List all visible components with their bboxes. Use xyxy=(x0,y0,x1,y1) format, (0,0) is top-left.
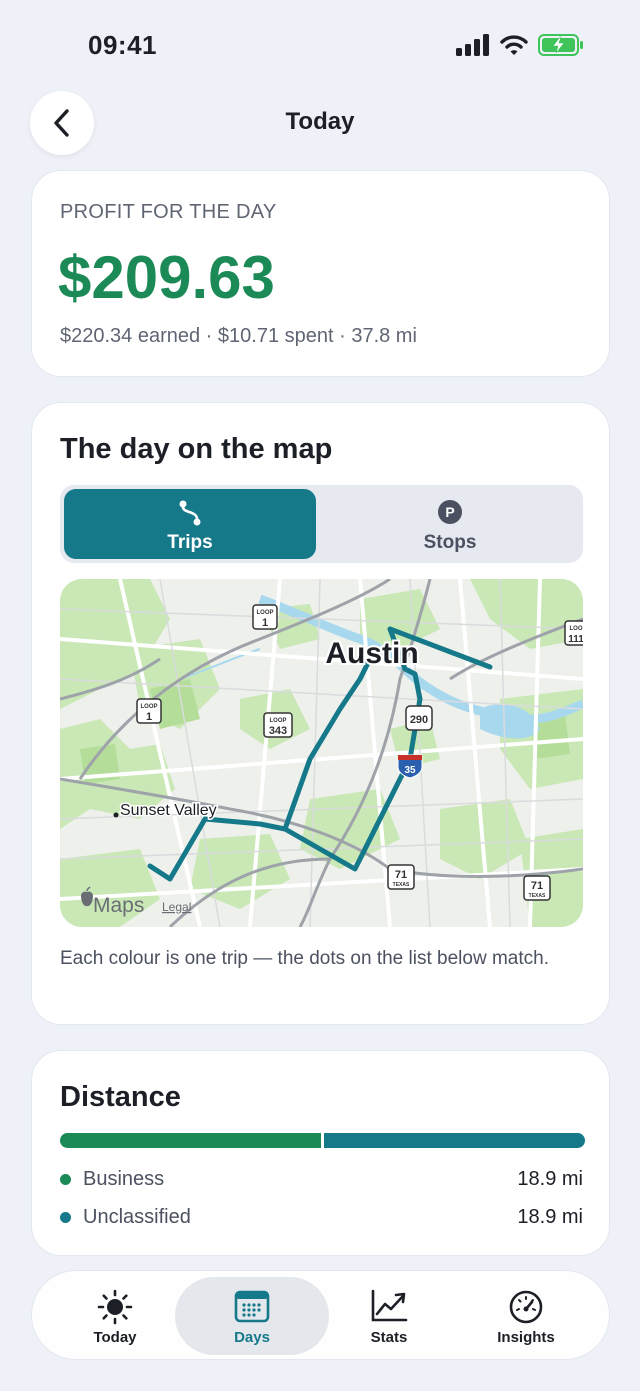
map-place-label: Sunset Valley xyxy=(120,802,217,819)
profit-card: PROFIT FOR THE DAY $209.63 $220.34 earne… xyxy=(31,170,610,377)
tab-stats-label: Stats xyxy=(370,1329,408,1346)
svg-text:LOOP: LOOP xyxy=(140,704,157,710)
battery-charging-icon xyxy=(538,34,583,56)
distance-bar-unclassified xyxy=(324,1133,585,1148)
unclassified-dot xyxy=(60,1212,71,1223)
business-dot xyxy=(60,1174,71,1185)
sunset-valley-marker xyxy=(113,812,119,818)
maps-attribution: Maps xyxy=(93,894,144,917)
road-shield-loop-1-north: LOOP 1 xyxy=(252,604,278,630)
road-shield-290: 290 xyxy=(405,705,433,731)
tab-today[interactable]: Today xyxy=(38,1277,192,1355)
road-shield-loop-1-west: LOOP 1 xyxy=(136,698,162,724)
wifi-icon xyxy=(500,35,528,55)
map-section-title: The day on the map xyxy=(60,433,333,465)
map-legal-link[interactable]: Legal xyxy=(162,900,191,914)
road-shield-71-east: 71 TEXAS xyxy=(523,875,551,901)
svg-text:343: 343 xyxy=(269,725,287,737)
distance-row-unclassified: Unclassified 18.9 mi xyxy=(60,1203,583,1231)
segment-trips[interactable]: Trips xyxy=(64,489,316,559)
profit-label: PROFIT FOR THE DAY xyxy=(60,201,277,223)
svg-text:LOOP: LOOP xyxy=(256,610,273,616)
sun-icon xyxy=(38,1289,192,1325)
distance-card: Distance Business 18.9 mi Unclassified 1… xyxy=(31,1050,610,1256)
cellular-signal-icon xyxy=(456,34,489,56)
tab-insights[interactable]: Insights xyxy=(449,1277,603,1355)
profit-summary: $220.34 earned · $10.71 spent · 37.8 mi xyxy=(60,325,417,347)
tab-days[interactable]: Days xyxy=(175,1277,329,1355)
svg-text:71: 71 xyxy=(395,869,407,881)
chart-icon xyxy=(312,1289,466,1325)
trips-stops-segmented-control: Trips P Stops xyxy=(60,485,583,563)
trip-map[interactable]: LOOP 1 LOOP 1 LOOP 343 290 35 71 TEXAS 7… xyxy=(60,579,583,927)
tab-insights-label: Insights xyxy=(497,1329,555,1346)
page-title: Today xyxy=(285,108,355,135)
map-caption: Each colour is one trip — the dots on th… xyxy=(60,948,549,969)
svg-text:1: 1 xyxy=(262,617,268,629)
svg-text:LOOP: LOOP xyxy=(269,718,286,724)
status-time: 09:41 xyxy=(88,30,157,60)
road-shield-loop-343: LOOP 343 xyxy=(263,712,293,738)
distance-split-bar xyxy=(60,1133,585,1148)
distance-row-value: 18.9 mi xyxy=(517,1168,583,1190)
svg-text:TEXAS: TEXAS xyxy=(393,882,410,888)
map-city-label: Austin xyxy=(325,637,418,670)
profit-value: $209.63 xyxy=(58,244,275,311)
tab-days-label: Days xyxy=(234,1329,270,1346)
svg-text:LOO: LOO xyxy=(570,626,583,632)
distance-row-business: Business 18.9 mi xyxy=(60,1165,583,1193)
tab-stats[interactable]: Stats xyxy=(312,1277,466,1355)
tab-bar: Today Days Stats Insights xyxy=(31,1270,610,1360)
map-card: The day on the map Trips P Stops LOOP 1 … xyxy=(31,402,610,1025)
svg-text:290: 290 xyxy=(410,714,428,726)
distance-row-label: Unclassified xyxy=(83,1206,191,1228)
gauge-icon xyxy=(449,1289,603,1325)
map-canvas: LOOP 1 LOOP 1 LOOP 343 290 35 71 TEXAS 7… xyxy=(60,579,583,927)
svg-text:1: 1 xyxy=(146,711,152,723)
segment-stops[interactable]: P Stops xyxy=(324,489,576,559)
distance-title: Distance xyxy=(60,1081,181,1113)
route-icon xyxy=(64,499,316,527)
svg-text:111: 111 xyxy=(568,634,583,645)
distance-bar-business xyxy=(60,1133,321,1148)
svg-text:35: 35 xyxy=(404,765,416,776)
svg-text:P: P xyxy=(445,504,454,520)
segment-stops-label: Stops xyxy=(423,532,477,553)
segment-trips-label: Trips xyxy=(167,532,213,553)
status-bar: 09:41 xyxy=(0,0,640,90)
road-shield-loop-111: LOO 111 xyxy=(564,620,583,646)
calendar-icon xyxy=(175,1289,329,1325)
tab-today-label: Today xyxy=(93,1329,137,1346)
svg-text:71: 71 xyxy=(531,880,543,892)
distance-row-value: 18.9 mi xyxy=(517,1206,583,1228)
distance-row-label: Business xyxy=(83,1168,165,1190)
parking-icon: P xyxy=(324,499,576,527)
svg-text:TEXAS: TEXAS xyxy=(529,893,546,899)
status-icons xyxy=(456,34,584,56)
road-shield-71-center: 71 TEXAS xyxy=(387,864,415,890)
